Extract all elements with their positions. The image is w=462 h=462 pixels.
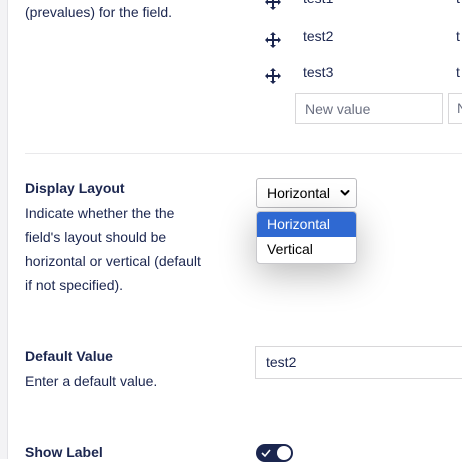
display-layout-description-line-2: field's layout should be <box>25 229 167 245</box>
prevalue-cut-3: t <box>456 64 460 80</box>
chevron-down-icon <box>340 190 350 196</box>
prevalues-description: (prevalues) for the field. <box>25 4 173 20</box>
default-value-label: Default Value <box>25 348 113 364</box>
section-divider <box>25 153 462 154</box>
panel-left-edge <box>0 0 8 459</box>
display-layout-dropdown: Horizontal Vertical <box>256 211 357 264</box>
show-label-toggle[interactable] <box>256 444 293 462</box>
show-label-label: Show Label <box>25 444 103 460</box>
prevalue-cut-1: t <box>456 0 460 6</box>
dropdown-option-horizontal[interactable]: Horizontal <box>257 212 356 237</box>
new-prevalue-caption-input[interactable]: N <box>448 93 462 124</box>
move-handle-icon[interactable] <box>264 67 282 85</box>
display-layout-selected-value: Horizontal <box>267 185 331 201</box>
toggle-knob <box>277 446 291 460</box>
prevalue-label-2: test2 <box>303 28 334 44</box>
prevalue-cut-2: t <box>456 28 460 44</box>
prevalue-row-2[interactable] <box>264 29 282 51</box>
check-icon <box>261 449 271 458</box>
dropdown-option-vertical[interactable]: Vertical <box>257 237 356 262</box>
prevalue-label-3: test3 <box>303 64 334 80</box>
move-handle-icon[interactable] <box>264 0 282 11</box>
prevalue-row-1[interactable] <box>264 0 282 13</box>
move-handle-icon[interactable] <box>264 31 282 49</box>
new-prevalue-input[interactable] <box>295 93 443 124</box>
display-layout-description-line-1: Indicate whether the the <box>25 205 175 221</box>
display-layout-label: Display Layout <box>25 180 125 196</box>
default-value-input[interactable]: test2 <box>255 346 462 379</box>
default-value-description: Enter a default value. <box>25 373 158 389</box>
display-layout-select[interactable]: Horizontal <box>256 178 357 208</box>
display-layout-description-line-3: horizontal or vertical (default <box>25 253 201 269</box>
prevalue-label-1: test1 <box>303 0 333 6</box>
display-layout-description-line-4: if not specified). <box>25 277 124 293</box>
prevalue-row-3[interactable] <box>264 65 282 87</box>
